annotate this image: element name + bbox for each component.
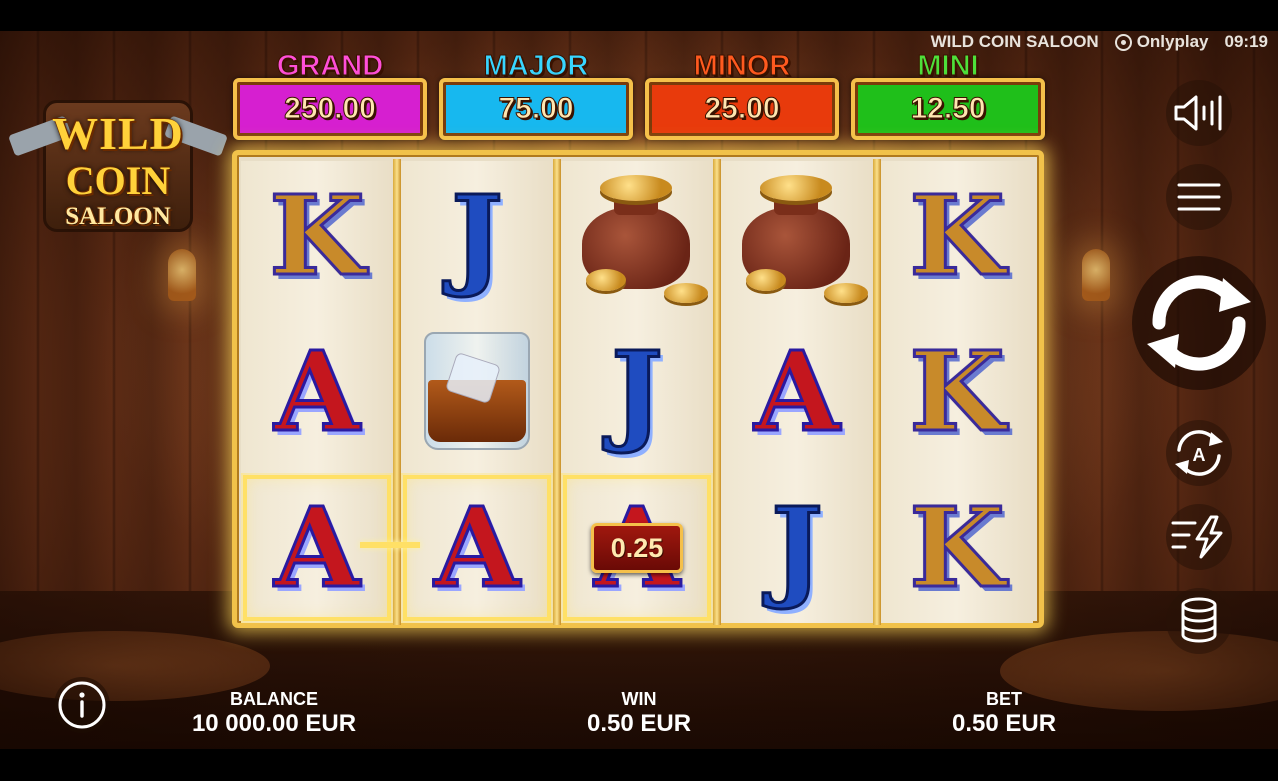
- info-button[interactable]: [54, 677, 110, 733]
- clock: 09:19: [1224, 32, 1268, 51]
- letter-symbol-a: A: [433, 483, 521, 612]
- symbol-cell: K: [881, 317, 1033, 467]
- bottom-letterbox: [0, 749, 1278, 781]
- balance-value: 10 000.00 EUR: [191, 710, 357, 737]
- bet-label: BET: [986, 689, 1022, 709]
- win-label: WIN: [621, 689, 657, 709]
- sound-button[interactable]: [1166, 80, 1232, 146]
- symbol-cell: [561, 161, 713, 311]
- jackpot-major: MAJOR 75.00: [439, 50, 633, 142]
- symbol-cell: A: [241, 473, 393, 623]
- symbol-cell: K: [241, 161, 393, 311]
- symbol-cell: K: [881, 473, 1033, 623]
- logo-word-saloon: SALOON: [65, 203, 171, 230]
- provider: Onlyplay: [1114, 32, 1209, 52]
- jackpot-minor: MINOR 25.00: [645, 50, 839, 142]
- letter-symbol-a: A: [753, 327, 841, 456]
- jackpot-value-box: 75.00: [439, 78, 633, 140]
- coin-bag-coins: [760, 175, 832, 201]
- reel-separator: [713, 159, 721, 625]
- jackpot-value: 250.00: [284, 92, 377, 126]
- turbo-button[interactable]: [1166, 504, 1232, 570]
- letter-symbol-j: J: [609, 327, 664, 456]
- jackpot-value-box: 12.50: [851, 78, 1045, 140]
- coin-bag-symbol: [572, 171, 708, 303]
- coin-stack-icon: [1181, 597, 1217, 643]
- info-icon: [58, 681, 106, 729]
- coin-bag-symbol: [732, 171, 868, 303]
- win-amount-badge: 0.25: [591, 523, 683, 573]
- letter-symbol-a: A: [273, 483, 361, 612]
- letter-symbol-k: K: [908, 327, 1007, 456]
- balance-display: BALANCE 10 000.00 EUR: [160, 688, 388, 738]
- symbol-cell: A0.25: [561, 473, 713, 623]
- letter-symbol-a: A: [273, 327, 361, 456]
- spin-button[interactable]: [1132, 256, 1266, 390]
- reel-separator: [873, 159, 881, 625]
- letter-symbol-j: J: [449, 171, 504, 300]
- win-value: 0.50 EUR: [586, 710, 692, 737]
- symbol-cell: [401, 317, 553, 467]
- reel-separator: [393, 159, 401, 625]
- coin-bag-coin1: [746, 269, 786, 291]
- svg-text:A: A: [1193, 445, 1206, 465]
- coin-bag-coin1: [586, 269, 626, 291]
- top-letterbox: [0, 0, 1278, 31]
- letter-symbol-k: K: [908, 483, 1007, 612]
- symbol-cell: J: [401, 161, 553, 311]
- letter-symbol-k: K: [268, 171, 367, 300]
- letter-symbol-k: K: [908, 171, 1007, 300]
- jackpot-mini: MINI 12.50: [851, 50, 1045, 142]
- symbol-cell: J: [721, 473, 873, 623]
- autoplay-button[interactable]: A: [1166, 420, 1232, 486]
- symbol-cell: A: [241, 317, 393, 467]
- jackpot-value: 12.50: [910, 92, 986, 126]
- logo-word-coin: COIN: [65, 158, 171, 203]
- symbol-cell: A: [721, 317, 873, 467]
- jackpot-grand: GRAND 250.00: [233, 50, 427, 142]
- coin-bag-coin2: [664, 283, 708, 303]
- spin-arrows-icon: [1147, 275, 1251, 371]
- reel-grid: KAAJAJA0.25AJKKK: [232, 150, 1044, 628]
- balance-label: BALANCE: [230, 689, 318, 709]
- win-display: WIN 0.50 EUR: [539, 688, 739, 738]
- jackpot-value: 75.00: [498, 92, 574, 126]
- speaker-icon: [1174, 95, 1222, 131]
- whisky-glass-symbol: [422, 332, 532, 452]
- provider-name: Onlyplay: [1136, 32, 1209, 51]
- onlyplay-logo-icon: [1114, 33, 1132, 51]
- jackpot-value-box: 250.00: [233, 78, 427, 140]
- symbol-cell: K: [881, 161, 1033, 311]
- jackpot-value: 25.00: [704, 92, 780, 126]
- jackpot-value-box: 25.00: [645, 78, 839, 140]
- symbol-cell: J: [561, 317, 713, 467]
- hamburger-menu-icon: [1177, 183, 1221, 211]
- reel-separator: [553, 159, 561, 625]
- bet-value: 0.50 EUR: [951, 710, 1057, 737]
- bet-button[interactable]: [1166, 588, 1232, 654]
- payline-segment: [360, 542, 420, 548]
- letter-symbol-j: J: [769, 483, 824, 612]
- turbo-icon: [1171, 515, 1223, 559]
- game-logo: WILD COIN SALOON: [8, 95, 228, 240]
- menu-button[interactable]: [1166, 164, 1232, 230]
- coin-bag-coins: [600, 175, 672, 201]
- bet-display: BET 0.50 EUR: [904, 688, 1104, 738]
- autoplay-icon: A: [1175, 430, 1223, 476]
- logo-word-wild: WILD: [52, 108, 184, 159]
- symbol-cell: A: [401, 473, 553, 623]
- symbol-cell: [721, 161, 873, 311]
- coin-bag-coin2: [824, 283, 868, 303]
- game-title: WILD COIN SALOON: [930, 32, 1099, 51]
